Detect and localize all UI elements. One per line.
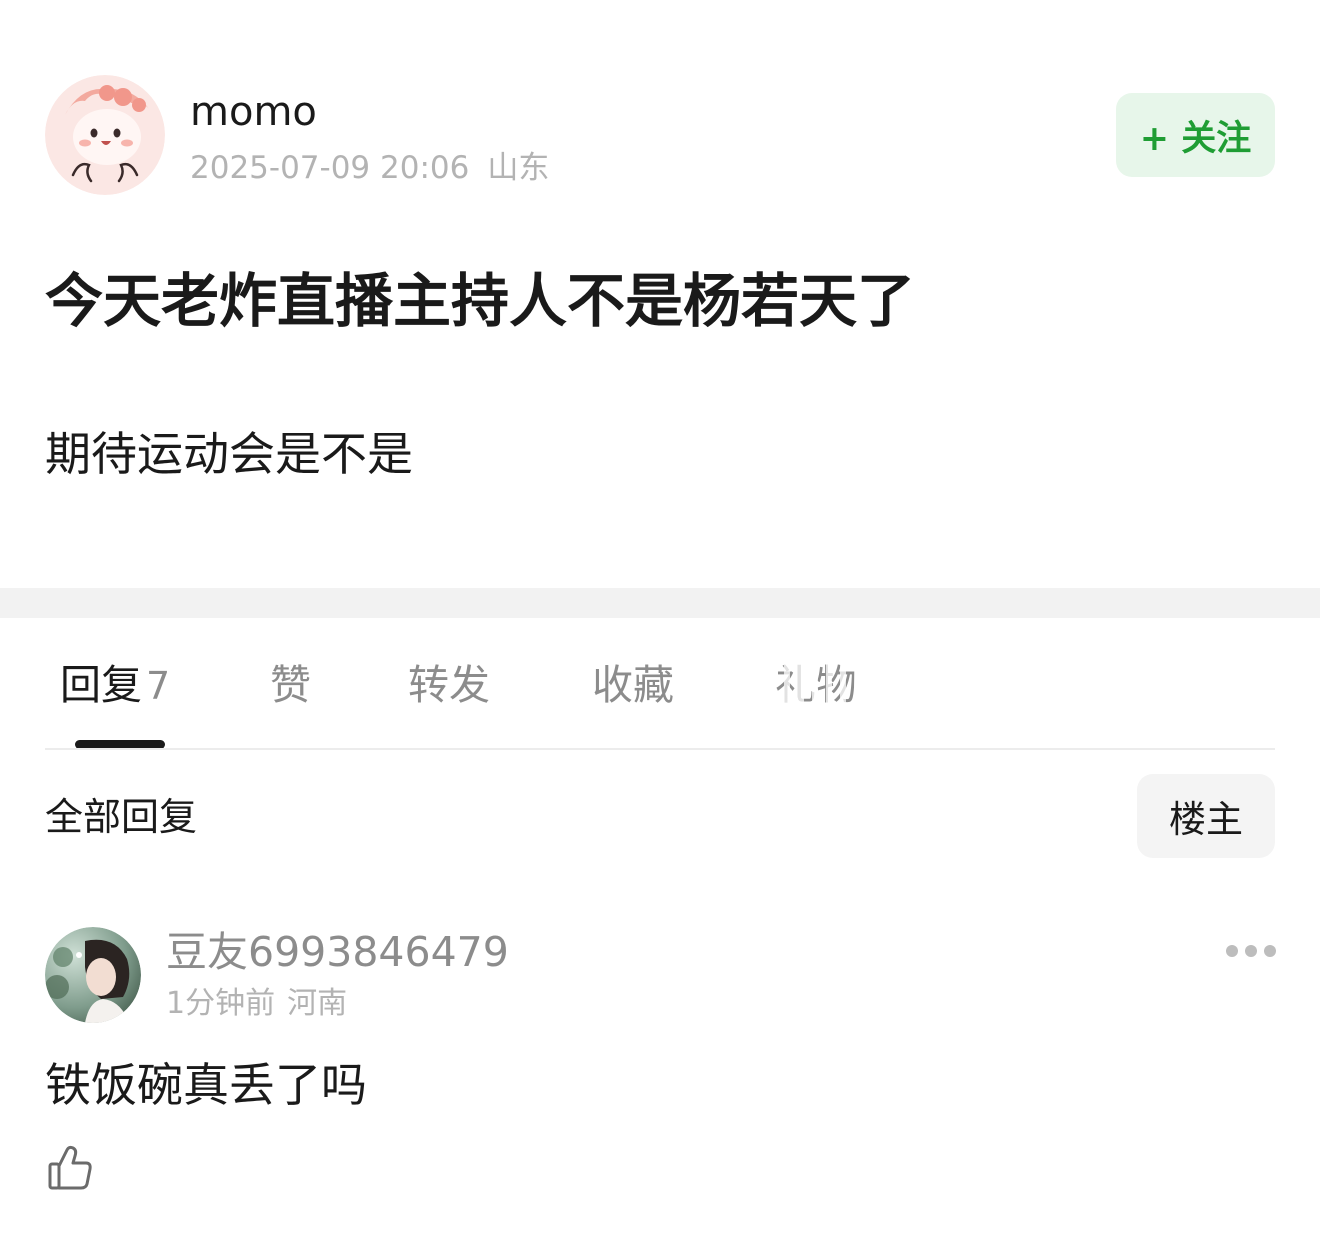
post-meta: 2025-07-09 20:06 山东 [190,150,549,186]
tab-favorites-label: 收藏 [592,661,674,709]
more-options-icon[interactable] [1226,938,1276,964]
tabs-divider [45,748,1275,750]
more-dot [1264,945,1276,957]
avatar-image [45,75,165,195]
tab-favorites[interactable]: 收藏 [592,658,674,712]
reply-time: 1分钟前 [166,986,276,1021]
tab-gifts-overlay [770,652,870,718]
tab-replies[interactable]: 回复 7 [60,658,170,713]
tab-likes[interactable]: 赞 [270,658,311,712]
author-name[interactable]: momo [190,88,317,136]
reply-meta: 1分钟前 河南 [166,986,347,1022]
tab-reposts[interactable]: 转发 [408,658,490,712]
post-body: 期待运动会是不是 [45,427,413,481]
all-replies-title: 全部回复 [45,795,198,839]
more-dot [1245,945,1257,957]
tab-reposts-label: 转发 [408,661,490,709]
post-date: 2025-07-09 20:06 [190,150,470,186]
post-location: 山东 [487,150,550,186]
tab-replies-label: 回复 [60,661,142,709]
section-divider [0,588,1320,618]
reply-location: 河南 [287,986,348,1021]
post-title: 今天老炸直播主持人不是杨若天了 [45,267,916,335]
reply-username[interactable]: 豆友6993846479 [166,928,509,976]
follow-button[interactable]: + 关注 [1116,93,1275,177]
tab-likes-label: 赞 [270,661,311,709]
op-only-filter-button[interactable]: 楼主 [1137,774,1275,858]
more-dot [1226,945,1238,957]
reply-text: 铁饭碗真丢了吗 [45,1058,367,1112]
reply-avatar[interactable] [45,927,141,1023]
author-avatar[interactable] [45,75,165,195]
tab-replies-count: 7 [146,664,171,708]
thumbs-up-icon[interactable] [46,1144,94,1192]
reply-avatar-image [45,927,141,1023]
